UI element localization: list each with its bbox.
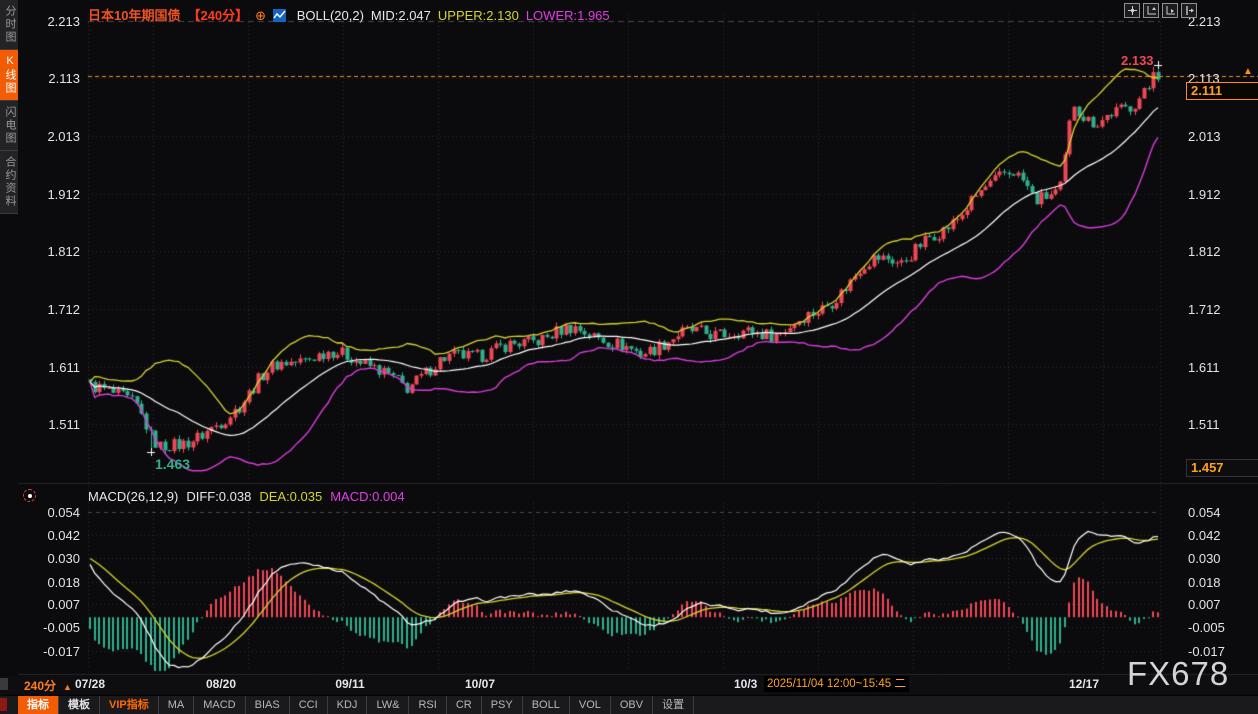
- chart-window: 分时图 K线图 闪电图 合约资料 日本10年期国债【240分】 ⊕ BOLL(20…: [0, 0, 1258, 714]
- x-axis-strip: 240分▲ 07/28 08/20 09/11 10/07 10/3 12/17 2025…: [0, 676, 1258, 694]
- scroll-left-handle[interactable]: [0, 678, 8, 690]
- indicator-toolbar: 指标模板VIP指标MAMACDBIASCCIKDJLW&RSICRPSYBOLL…: [0, 695, 1258, 714]
- toolbar-item-obv[interactable]: OBV: [611, 696, 653, 714]
- macd-macd-value: MACD:0.004: [330, 489, 404, 504]
- right-axis-tick: -0.005: [1188, 620, 1225, 635]
- boll-mid-value: MID:2.047: [371, 8, 431, 23]
- toolbar-item-ma[interactable]: MA: [159, 696, 195, 714]
- toolbar-item-设置[interactable]: 设置: [653, 696, 694, 714]
- right-axis-tick: 0.054: [1188, 505, 1221, 520]
- mini-chart-icon[interactable]: [273, 9, 286, 25]
- indicator-dot-icon[interactable]: [23, 489, 36, 502]
- toolbar-item-模板[interactable]: 模板: [59, 696, 100, 714]
- chart-header: 日本10年期国债【240分】 ⊕ BOLL(20,2) MID:2.047 UPPER…: [88, 5, 617, 21]
- x-axis-label: 10/07: [465, 677, 495, 691]
- axis-zoom-out-icon[interactable]: [1162, 3, 1178, 18]
- toolbar-item-lw&[interactable]: LW&: [367, 696, 409, 714]
- crosshair-icon[interactable]: [1124, 3, 1140, 18]
- sidebar-tab-kline-chart[interactable]: K线图: [0, 50, 18, 101]
- boll-label: BOLL(20,2): [297, 8, 364, 23]
- macd-diff-value: DIFF:0.038: [186, 489, 251, 504]
- macd-dea-value: DEA:0.035: [259, 489, 322, 504]
- right-axis-tick: 0.030: [1188, 551, 1221, 566]
- right-axis-tick: 0.018: [1188, 575, 1221, 590]
- right-axis-tick: 1.611: [1188, 360, 1220, 375]
- boll-upper-value: UPPER:2.130: [438, 8, 519, 23]
- period-tag: 【240分】: [187, 8, 248, 23]
- last-price-box: 2.111: [1186, 82, 1258, 100]
- right-axis-tick: 1.712: [1188, 302, 1221, 317]
- chart-canvas[interactable]: [0, 0, 1258, 714]
- right-axis-tick: 0.042: [1188, 528, 1221, 543]
- toolbar-item-cci[interactable]: CCI: [290, 696, 328, 714]
- toolbar-item-rsi[interactable]: RSI: [409, 696, 446, 714]
- toolbar-item-macd[interactable]: MACD: [194, 696, 245, 714]
- right-axis-tick: 1.912: [1188, 187, 1221, 202]
- sidebar-tab-time-chart[interactable]: 分时图: [0, 0, 18, 50]
- x-axis-label: 10/3: [734, 677, 757, 691]
- right-axis-tick: 1.812: [1188, 244, 1221, 259]
- period-selector[interactable]: 240分▲: [24, 677, 72, 694]
- macd-header: MACD(26,12,9) DIFF:0.038 DEA:0.035 MACD:0.0…: [88, 489, 413, 504]
- toolbar-item-boll[interactable]: BOLL: [523, 696, 570, 714]
- x-axis-label: 12/17: [1069, 677, 1099, 691]
- pan-right-icon[interactable]: [1181, 3, 1197, 18]
- chart-type-sidebar: 分时图 K线图 闪电图 合约资料: [0, 0, 18, 676]
- period-arrow-icon: ▲: [63, 682, 72, 692]
- range-high-marker: 2.133: [1121, 53, 1154, 68]
- sidebar-tab-flash-chart[interactable]: 闪电图: [0, 101, 18, 151]
- window-tool-icons: [1124, 3, 1197, 18]
- right-axis-tick: 0.007: [1188, 597, 1221, 612]
- axis-zoom-in-icon[interactable]: [1143, 3, 1159, 18]
- watermark: FX678: [1127, 655, 1229, 693]
- candle-time-tooltip: 2025/11/04 12:00~15:45 二: [764, 676, 909, 692]
- link-icon[interactable]: ⊕: [255, 8, 266, 23]
- boll-lower-value: LOWER:1.965: [526, 8, 610, 23]
- x-axis-label: 09/11: [335, 677, 364, 691]
- sidebar-tab-contract-info[interactable]: 合约资料: [0, 151, 18, 214]
- range-low-marker: 1.463: [155, 456, 190, 472]
- toolbar-item-psy[interactable]: PSY: [482, 696, 523, 714]
- toolbar-item-cr[interactable]: CR: [447, 696, 482, 714]
- scroll-to-latest-icon[interactable]: ▲: [1243, 66, 1253, 77]
- x-axis-label: 08/20: [206, 677, 236, 691]
- right-axis-tick: 2.013: [1188, 129, 1221, 144]
- macd-title: MACD(26,12,9): [88, 489, 178, 504]
- x-axis-label: 07/28: [75, 677, 105, 691]
- toolbar-item-bias[interactable]: BIAS: [246, 696, 290, 714]
- instrument-name: 日本10年期国债: [88, 8, 180, 23]
- right-axis-tick: 1.511: [1188, 417, 1220, 432]
- range-low-box: 1.457: [1186, 459, 1258, 477]
- toolbar-item-vol[interactable]: VOL: [570, 696, 611, 714]
- toolbar-item-vip指标[interactable]: VIP指标: [100, 696, 159, 714]
- toolbar-item-指标[interactable]: 指标: [18, 696, 59, 714]
- toolbar-item-kdj[interactable]: KDJ: [328, 696, 368, 714]
- corner-marker: [0, 698, 7, 711]
